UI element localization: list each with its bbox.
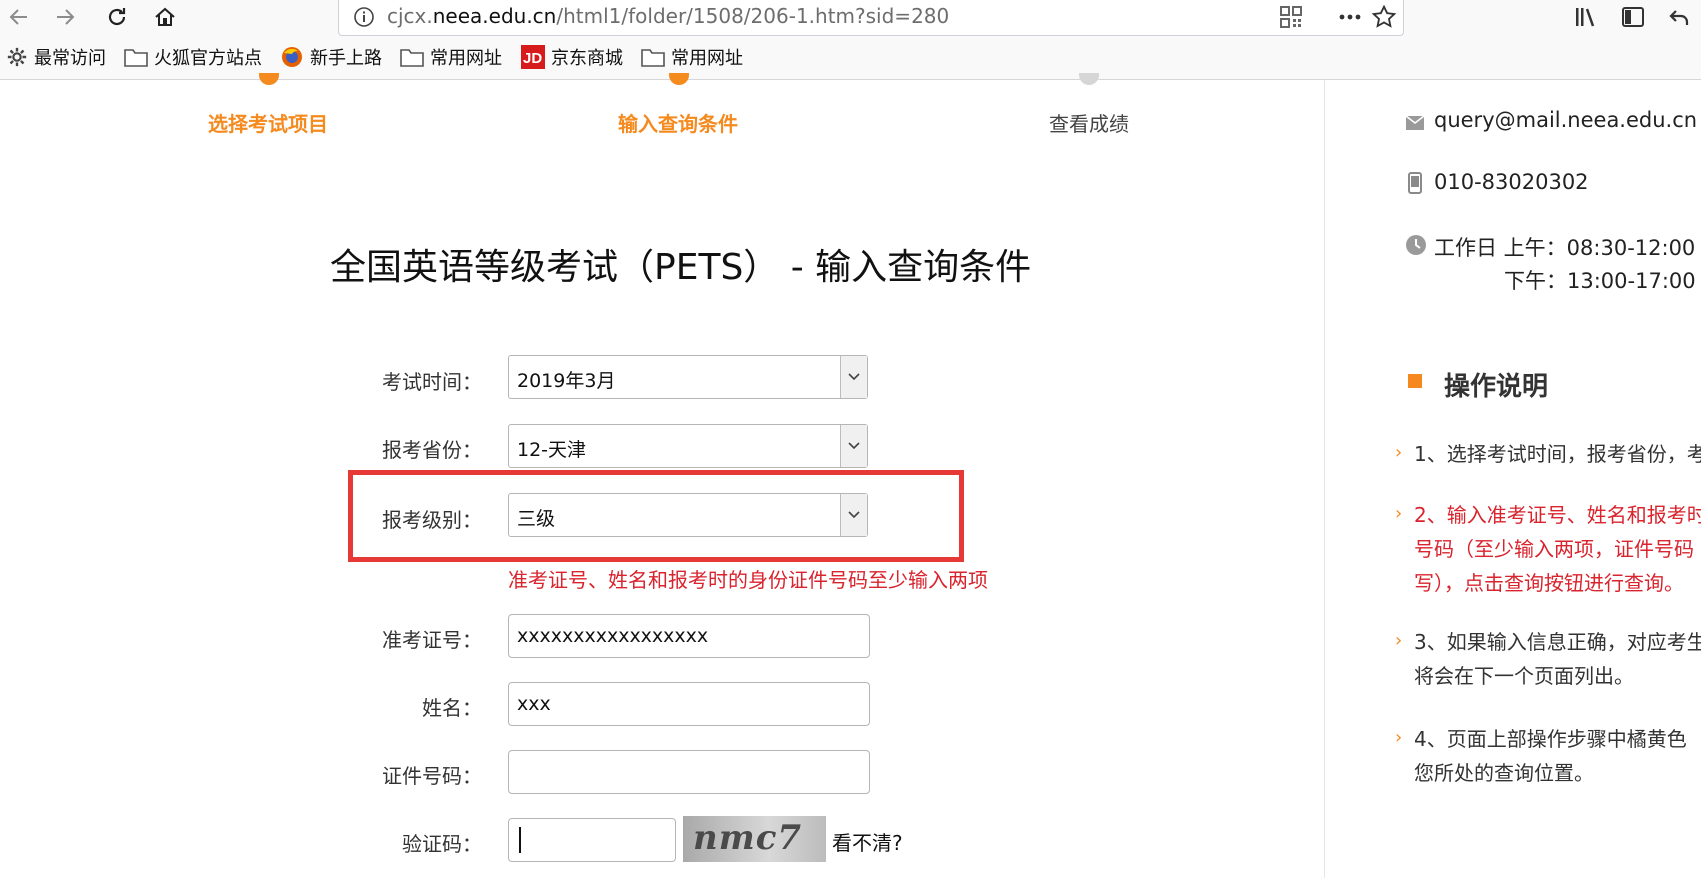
level-label: 报考级别：	[382, 508, 482, 532]
id-number-label: 证件号码：	[382, 764, 482, 788]
clock-icon	[1405, 234, 1427, 260]
url-bar[interactable]: cjcx.neea.edu.cn/html1/folder/1508/206-1…	[338, 0, 1404, 36]
bookmark-most-visited[interactable]: 最常访问	[6, 43, 106, 71]
step-3-marker	[1079, 73, 1099, 85]
bookmark-common-sites-1[interactable]: 常用网址	[400, 43, 502, 71]
step-1-marker	[259, 73, 279, 85]
chevron-down-icon[interactable]	[840, 425, 867, 467]
info-icon[interactable]	[353, 6, 375, 32]
instruction-2-line-2: 号码（至少输入两项，证件号码	[1414, 537, 1694, 561]
province-label: 报考省份：	[382, 438, 482, 462]
page-title: 全国英语等级考试（PETS） - 输入查询条件	[330, 247, 1032, 288]
captcha-image-text: nmc7	[693, 818, 803, 858]
chevron-down-icon[interactable]	[840, 494, 867, 536]
captcha-input[interactable]	[508, 818, 676, 862]
chevron-down-icon[interactable]	[840, 356, 867, 398]
more-actions-icon[interactable]	[1337, 5, 1363, 33]
section-marker	[1408, 374, 1422, 388]
folder-icon	[400, 49, 424, 67]
undo-icon[interactable]	[1664, 2, 1694, 32]
library-icon[interactable]	[1572, 2, 1602, 32]
captcha-image[interactable]: nmc7	[683, 816, 826, 862]
bookmark-label: 常用网址	[671, 48, 743, 69]
working-hours-am: 工作日 上午：08:30-12:00	[1434, 236, 1696, 260]
chevron-right-icon: ›	[1395, 503, 1403, 524]
province-select[interactable]: 12-天津	[508, 424, 868, 468]
step-enter-criteria: 输入查询条件	[618, 112, 738, 136]
captcha-label: 验证码：	[402, 832, 482, 856]
instruction-2-line-3: 写），点击查询按钮进行查询。	[1414, 571, 1684, 595]
instruction-4-line-2: 您所处的查询位置。	[1414, 761, 1594, 785]
bookmark-firefox-site[interactable]: 火狐官方站点	[124, 43, 262, 71]
bookmark-label: 常用网址	[430, 48, 502, 69]
exam-time-select[interactable]: 2019年3月	[508, 355, 868, 399]
instructions-title: 操作说明	[1444, 372, 1549, 402]
instruction-2-line-1: 2、输入准考证号、姓名和报考时	[1414, 503, 1701, 527]
exam-time-value: 2019年3月	[517, 370, 616, 392]
step-view-scores: 查看成绩	[1049, 112, 1129, 136]
name-input[interactable]: xxx	[508, 682, 870, 726]
jd-logo-icon: JD	[521, 45, 545, 69]
contact-phone: 010-83020302	[1434, 170, 1589, 194]
chevron-right-icon: ›	[1395, 727, 1403, 748]
mail-icon	[1405, 115, 1425, 135]
bookmark-common-sites-2[interactable]: 常用网址	[641, 43, 743, 71]
bookmark-jd-mall[interactable]: JD 京东商城	[521, 43, 623, 71]
bookmark-label: 最常访问	[34, 48, 106, 69]
gear-icon	[7, 47, 27, 67]
bookmark-label: 京东商城	[551, 48, 623, 69]
url-text[interactable]: cjcx.neea.edu.cn/html1/folder/1508/206-1…	[387, 4, 949, 28]
firefox-icon	[282, 47, 302, 67]
sidebar-toggle-icon[interactable]	[1618, 2, 1648, 32]
exam-time-label: 考试时间：	[382, 370, 482, 394]
chevron-right-icon: ›	[1395, 630, 1403, 651]
ticket-number-input[interactable]: xxxxxxxxxxxxxxxxx	[508, 614, 870, 658]
reload-icon[interactable]	[102, 2, 132, 32]
forward-icon[interactable]	[50, 2, 80, 32]
name-label: 姓名：	[422, 696, 482, 720]
validation-hint: 准考证号、姓名和报考时的身份证件号码至少输入两项	[508, 568, 988, 592]
ticket-number-value: xxxxxxxxxxxxxxxxx	[517, 625, 709, 647]
chevron-right-icon: ›	[1395, 442, 1403, 463]
bookmark-label: 新手上路	[310, 48, 382, 69]
instruction-3-line-2: 将会在下一个页面列出。	[1414, 664, 1634, 688]
folder-icon	[124, 49, 148, 67]
name-value: xxx	[517, 693, 551, 715]
step-2-marker	[669, 73, 689, 85]
instruction-1: 1、选择考试时间，报考省份，考	[1414, 442, 1701, 466]
instruction-3-line-1: 3、如果输入信息正确，对应考生	[1414, 630, 1701, 654]
bookmarks-toolbar: 最常访问 火狐官方站点 新手上路 常用网址 JD 京东商城 常用网址	[0, 36, 1701, 80]
bookmark-star-icon[interactable]	[1371, 4, 1397, 34]
province-value: 12-天津	[517, 439, 587, 461]
text-caret	[519, 827, 521, 853]
back-icon[interactable]	[4, 2, 34, 32]
phone-icon	[1408, 172, 1422, 198]
id-number-input[interactable]	[508, 750, 870, 794]
bookmark-label: 火狐官方站点	[154, 48, 262, 69]
level-value: 三级	[517, 508, 556, 530]
working-hours-pm: 下午：13:00-17:00	[1504, 269, 1696, 293]
refresh-captcha-link[interactable]: 看不清?	[832, 827, 903, 856]
home-icon[interactable]	[150, 2, 180, 32]
folder-icon	[641, 49, 665, 67]
level-select[interactable]: 三级	[508, 493, 868, 537]
sidebar-divider	[1324, 80, 1325, 878]
instruction-4-line-1: 4、页面上部操作步骤中橘黄色	[1414, 727, 1687, 751]
ticket-number-label: 准考证号：	[382, 628, 482, 652]
qr-code-icon[interactable]	[1279, 5, 1303, 33]
browser-toolbar: cjcx.neea.edu.cn/html1/folder/1508/206-1…	[0, 0, 1701, 36]
step-select-exam[interactable]: 选择考试项目	[168, 108, 368, 137]
bookmark-getting-started[interactable]: 新手上路	[280, 43, 382, 71]
svg-text:JD: JD	[523, 50, 542, 67]
contact-email: query@mail.neea.edu.cn	[1434, 108, 1698, 132]
